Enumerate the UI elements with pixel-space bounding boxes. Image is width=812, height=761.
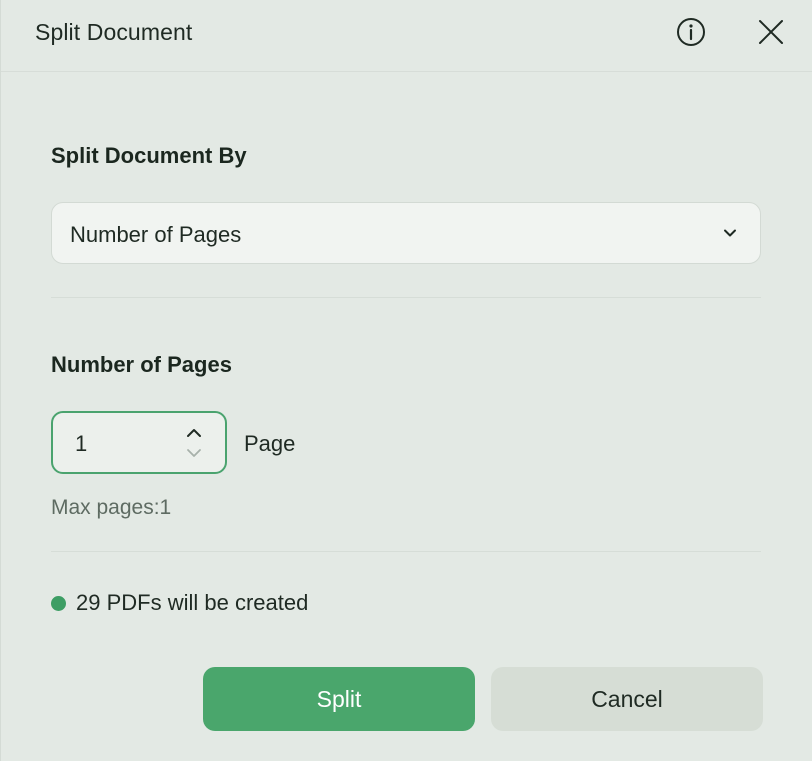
status-dot-icon (51, 595, 66, 611)
split-by-selected-value: Number of Pages (70, 222, 242, 247)
number-of-pages-label: Number of Pages (51, 352, 232, 377)
chevron-down-icon (724, 229, 736, 237)
chevron-up-icon (187, 429, 201, 437)
split-button[interactable]: Split (203, 667, 475, 731)
step-down-button[interactable] (183, 445, 205, 461)
max-pages-text: Max pages:1 (51, 496, 172, 519)
pages-stepper-value: 1 (75, 431, 88, 456)
section-divider (51, 551, 761, 552)
pages-unit-label: Page (244, 431, 296, 456)
close-button[interactable] (753, 14, 789, 50)
close-icon (759, 20, 783, 44)
info-button[interactable] (673, 14, 709, 50)
dialog-title: Split Document (35, 19, 193, 45)
cancel-button[interactable]: Cancel (491, 667, 763, 731)
status-text: 29 PDFs will be created (76, 590, 309, 615)
split-document-dialog: Split Document Split Document By Number … (0, 0, 812, 761)
pages-stepper[interactable]: 1 (51, 411, 227, 474)
split-by-label: Split Document By (51, 143, 247, 168)
chevron-down-icon (187, 449, 201, 457)
info-icon (677, 18, 705, 46)
step-up-button[interactable] (183, 425, 205, 441)
section-divider (51, 297, 761, 298)
status-message: 29 PDFs will be created (51, 590, 308, 616)
split-by-select[interactable]: Number of Pages (51, 202, 761, 264)
dialog-titlebar: Split Document (1, 0, 812, 72)
